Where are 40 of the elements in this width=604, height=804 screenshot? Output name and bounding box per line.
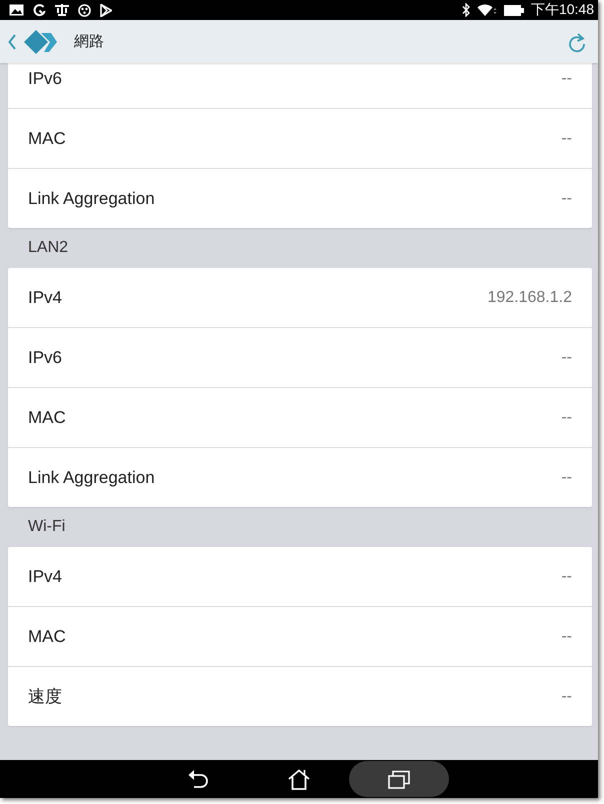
refresh-icon [568, 32, 586, 52]
bluetooth-icon [462, 3, 470, 17]
recents-nav-button[interactable] [349, 761, 449, 797]
refresh-button[interactable] [568, 32, 586, 52]
row-label: MAC [28, 408, 66, 428]
section-title: Wi-Fi [27, 517, 66, 537]
row-label: IPv6 [28, 348, 62, 368]
gauge-icon [33, 4, 46, 16]
status-time: 下午10:48 [530, 1, 594, 19]
image-icon [9, 4, 24, 16]
section-title: LAN2 [27, 238, 70, 258]
row-value: -- [561, 568, 572, 586]
row-label: MAC [28, 626, 66, 646]
play-icon [100, 4, 112, 16]
row-value: -- [561, 688, 572, 706]
home-icon [288, 768, 310, 790]
row-label: IPv6 [28, 68, 62, 88]
row-value: -- [561, 628, 572, 646]
dots-circle-icon [78, 4, 91, 16]
row-value: -- [561, 190, 572, 208]
row-label: Link Aggregation [28, 188, 155, 208]
row-value: -- [561, 130, 572, 148]
row-value: -- [561, 408, 572, 426]
scale-icon [55, 4, 69, 16]
diamond-logo-icon [24, 30, 60, 54]
row-value: -- [561, 348, 572, 366]
row-value: -- [561, 70, 572, 88]
row-value: -- [561, 468, 572, 486]
battery-icon [504, 4, 524, 16]
recents-icon [388, 770, 410, 788]
page-title: 網路 [74, 32, 105, 51]
row-label: Link Aggregation [28, 468, 155, 488]
row-label: MAC [28, 128, 66, 148]
back-arrow-icon [188, 769, 210, 789]
row-value: 192.168.1.2 [487, 288, 572, 306]
wifi-icon [476, 3, 497, 17]
chevron-left-icon [8, 34, 16, 50]
row-label: IPv4 [28, 288, 62, 308]
row-label: IPv4 [28, 566, 62, 586]
row-label: 速度 [28, 686, 62, 708]
